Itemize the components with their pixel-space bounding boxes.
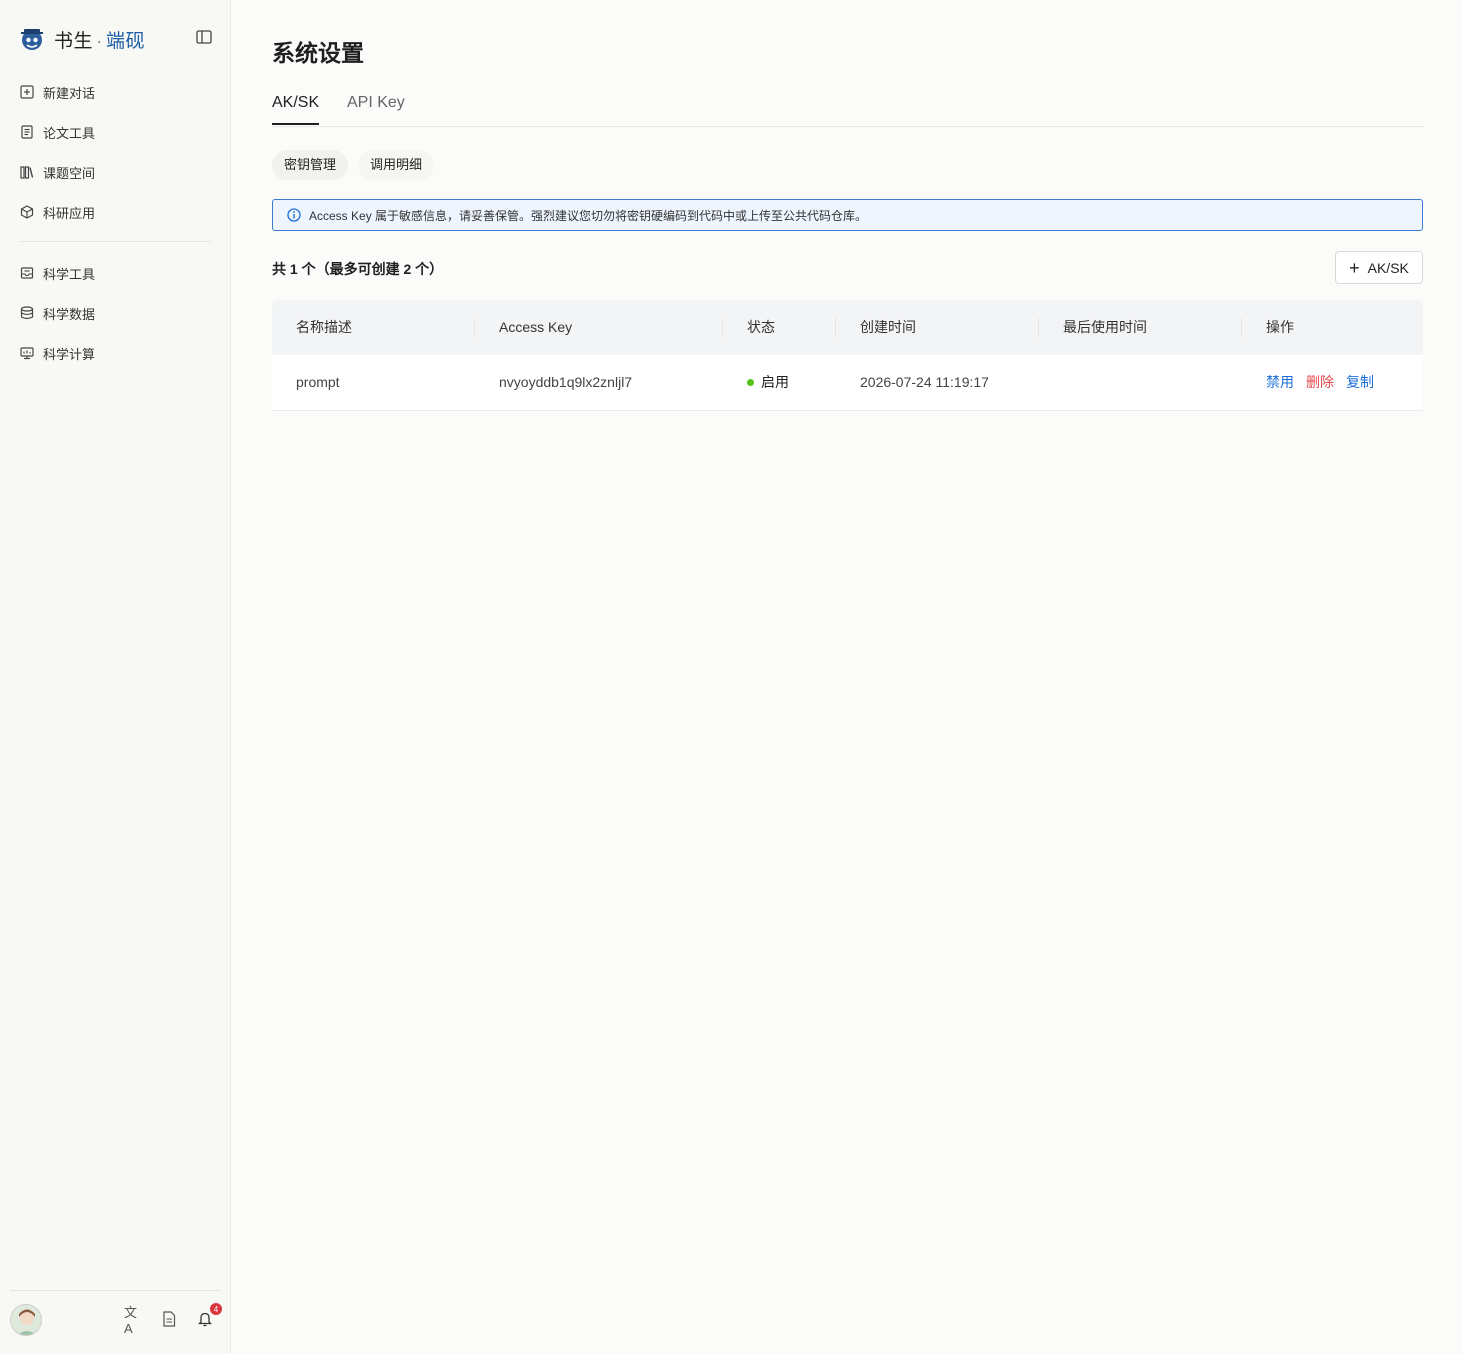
notification-badge: 4 [210,1303,222,1315]
page-title: 系统设置 [272,40,364,66]
nav-item-science-compute[interactable]: 科学计算 [10,333,211,373]
cell-name: prompt [296,374,340,390]
avatar-image [11,1305,41,1335]
security-alert: Access Key 属于敏感信息，请妥善保管。强烈建议您切勿将密钥硬编码到代码… [272,199,1423,231]
column-header-last-used: 最后使用时间 [1063,319,1147,335]
alert-text: Access Key 属于敏感信息，请妥善保管。强烈建议您切勿将密钥硬编码到代码… [309,208,868,223]
library-icon [20,166,34,179]
nav-secondary: 科学工具 科学数据 科学计算 [10,253,211,373]
database-icon [20,306,34,320]
notification-bell-icon[interactable]: 4 [196,1303,222,1328]
cube-icon [20,205,34,219]
nav-item-topic-space[interactable]: 课题空间 [10,152,211,192]
nav-item-label: 科学计算 [43,346,96,362]
add-aksk-button[interactable]: + AK/SK [1335,251,1423,284]
info-icon [287,208,301,222]
sidebar-collapse-icon[interactable] [196,30,212,44]
nav-item-label: 论文工具 [43,125,96,141]
key-count: 共 1 个（最多可创建 2 个） [272,261,444,277]
user-avatar[interactable] [10,1304,42,1336]
column-header-access-key: Access Key [499,319,573,335]
bottom-toolbar: 文A 4 [124,1303,222,1336]
nav-item-paper-tools[interactable]: 论文工具 [10,112,211,152]
cell-actions: 禁用 删除 复制 [1266,355,1386,410]
nav-divider [20,241,211,242]
bottom-divider [10,1290,221,1291]
tab-api-key[interactable]: API Key [347,94,405,124]
nav-item-science-tools[interactable]: 科学工具 [10,253,211,293]
delete-button[interactable]: 删除 [1306,374,1334,390]
copy-button[interactable]: 复制 [1346,374,1374,390]
plus-icon: + [1349,257,1360,278]
scholar-logo-icon [21,29,43,50]
translate-icon[interactable]: 文A [124,1305,142,1336]
document-icon [21,125,33,139]
column-separator [722,318,723,337]
tab-aksk[interactable]: AK/SK [272,94,320,125]
cell-created: 2026-07-24 11:19:17 [860,374,989,390]
nav-item-label: 科学数据 [43,306,96,322]
column-header-name: 名称描述 [296,319,352,335]
add-button-label: AK/SK [1367,259,1409,276]
cell-status: 启用 [747,355,789,410]
logo[interactable]: 书生 · 端砚 [18,24,214,54]
disable-button[interactable]: 禁用 [1266,374,1294,390]
status-dot-icon [747,378,754,386]
nav-item-research-apps[interactable]: 科研应用 [10,192,211,232]
subtab-key-management[interactable]: 密钥管理 [272,150,349,180]
table-header: 名称描述 Access Key 状态 创建时间 最后使用时间 操作 [272,300,1423,355]
sidebar: 书生 · 端砚 新建对话 论文工具 课题空间 科研应用 科学工具 科学数据 科学… [0,0,231,1354]
table-row: prompt nvyoyddb1q9lx2znljl7 启用 2026-07-2… [272,355,1423,411]
nav-item-science-data[interactable]: 科学数据 [10,293,211,333]
nav-item-label: 课题空间 [43,165,96,181]
column-header-created: 创建时间 [860,319,916,335]
settings-tabs: AK/SK API Key [272,88,1423,127]
nav-item-label: 科研应用 [43,205,96,221]
cell-access-key: nvyoyddb1q9lx2znljl7 [499,374,633,390]
nav-primary: 新建对话 论文工具 课题空间 科研应用 [10,72,211,232]
logo-text: 书生 · 端砚 [54,29,145,52]
status-text: 启用 [761,374,789,390]
monitor-icon [20,347,34,360]
column-separator [474,318,475,337]
column-separator [1241,318,1242,337]
file-icon[interactable] [160,1310,178,1328]
column-separator [1038,318,1039,337]
subtabs: 密钥管理 调用明细 [272,150,435,180]
nav-item-label: 新建对话 [43,85,96,101]
nav-item-label: 科学工具 [43,266,96,282]
column-header-actions: 操作 [1266,319,1294,335]
plus-square-icon [20,85,34,99]
subtab-call-details[interactable]: 调用明细 [358,150,435,180]
column-separator [835,318,836,337]
column-header-status: 状态 [747,319,775,335]
aksk-table: 名称描述 Access Key 状态 创建时间 最后使用时间 操作 prompt… [272,300,1423,411]
nav-item-new-chat[interactable]: 新建对话 [10,72,211,112]
toolbox-icon [20,267,34,279]
